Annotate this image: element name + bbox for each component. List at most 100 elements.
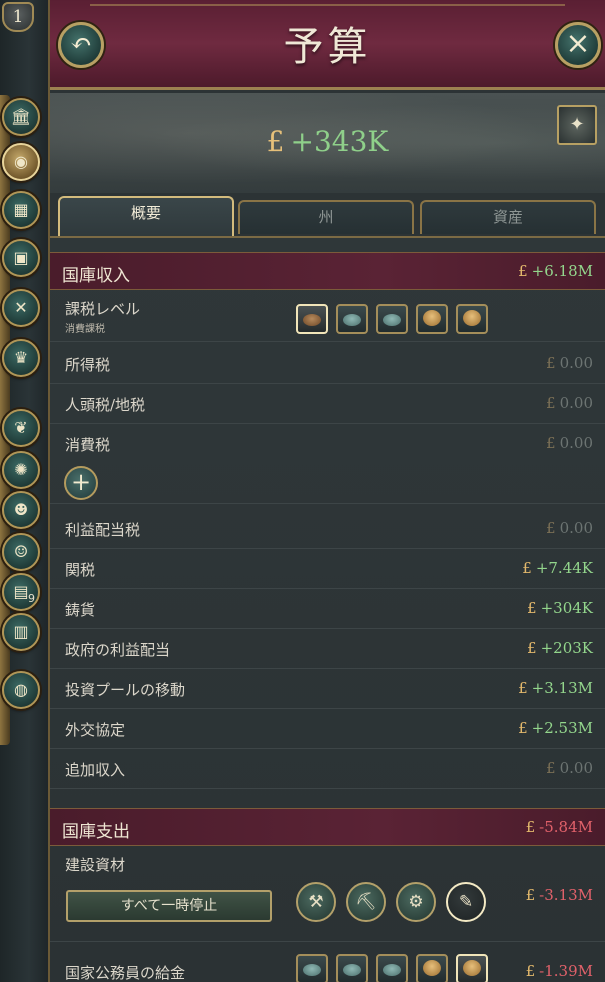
income-row-value: +304K <box>540 599 593 617</box>
sidebar-button-budget[interactable]: ◉ <box>2 143 40 181</box>
title-bar: ↶ 予算 × <box>50 0 605 90</box>
weekly-balance: £ +343K <box>50 125 605 158</box>
salary-level-high[interactable] <box>416 954 448 982</box>
balance-value: +343K <box>290 125 389 158</box>
tax-level-low[interactable] <box>336 304 368 334</box>
budget-details-button[interactable]: ✦ <box>557 105 597 145</box>
lightbulb-icon: ✺ <box>14 460 28 479</box>
hammer-icon: ⚒ <box>308 892 324 912</box>
income-row-amount: £ +2.53M <box>518 719 593 737</box>
expenses-header: 国庫支出 £ -5.84M <box>50 808 605 846</box>
income-row-value: 0.00 <box>559 434 593 452</box>
sidebar-button-industry[interactable]: ▦ <box>2 191 40 229</box>
tools-icon: ⚙ <box>408 892 424 912</box>
sidebar-button-map[interactable]: ◍ <box>2 671 40 709</box>
pound-icon: £ <box>518 719 528 737</box>
income-row-value: 0.00 <box>559 394 593 412</box>
construction-amount: £ -3.13M <box>526 886 593 904</box>
tab-bar: 概要 州 資産 <box>58 196 605 236</box>
tax-level-label: 課税レベル <box>65 300 141 318</box>
tax-level-medium[interactable] <box>376 304 408 334</box>
construction-level-3[interactable]: ⚙ <box>396 882 436 922</box>
construction-level-1[interactable]: ⚒ <box>296 882 336 922</box>
sidebar-button-market[interactable]: ▣ <box>2 239 40 277</box>
sidebar-button-diplomacy[interactable]: ♛ <box>2 339 40 377</box>
tab-states[interactable]: 州 <box>238 200 414 234</box>
add-tax-button[interactable]: + <box>64 466 98 500</box>
trowel-icon: ⛏ <box>355 892 377 912</box>
construction-level-4[interactable]: ✎ <box>446 882 486 922</box>
coin-stack-icon <box>383 964 401 976</box>
income-row[interactable]: 所得税 £0.00 <box>50 344 605 384</box>
scroll-icon: ✦ <box>569 114 585 135</box>
tab-overview[interactable]: 概要 <box>58 196 234 236</box>
income-row[interactable]: 鋳貨 £ +304K <box>50 589 605 629</box>
income-row[interactable]: 人頭税/地税 £0.00 <box>50 384 605 424</box>
sidebar-button-politics[interactable]: 🏛 <box>2 98 40 136</box>
tab-assets[interactable]: 資産 <box>420 200 596 234</box>
coat-of-arms-icon: ♛ <box>13 348 29 367</box>
income-row[interactable]: 政府の利益配当 £ +203K <box>50 629 605 669</box>
sidebar-button-culture[interactable]: ☻ <box>2 491 40 529</box>
pound-icon: £ <box>546 519 556 537</box>
income-title: 国庫収入 <box>62 266 130 286</box>
construction-level-2[interactable]: ⛏ <box>346 882 386 922</box>
coin-stack-icon <box>303 314 321 326</box>
salaries-label: 国家公務員の給金 <box>65 964 186 982</box>
sidebar-button-briefcase[interactable]: ▥ <box>2 613 40 651</box>
tax-level-sublabel: 消費課税 <box>65 324 105 335</box>
tax-level-high[interactable] <box>416 304 448 334</box>
sidebar-button-military[interactable]: ✕ <box>2 289 40 327</box>
income-row[interactable]: 追加収入 £0.00 <box>50 749 605 789</box>
tax-level-very-low[interactable] <box>296 304 328 334</box>
salary-level-very-high[interactable] <box>456 954 488 982</box>
income-total: £ +6.18M <box>518 262 593 280</box>
income-row[interactable]: 関税 £ +7.44K <box>50 549 605 589</box>
balance-banner: £ +343K ✦ <box>50 93 605 193</box>
pound-icon: £ <box>527 599 537 617</box>
income-row[interactable]: 外交協定 £ +2.53M <box>50 709 605 749</box>
pound-icon: £ <box>522 559 532 577</box>
income-row-value: +3.13M <box>531 679 593 697</box>
income-row-label: 外交協定 <box>65 721 126 739</box>
pound-icon: £ <box>266 125 285 158</box>
income-row-amount: £ +304K <box>527 599 593 617</box>
income-row[interactable]: 利益配当税 £0.00 <box>50 509 605 549</box>
page-title: 予算 <box>283 24 372 70</box>
income-row-amount: £0.00 <box>546 434 593 452</box>
salary-level-low[interactable] <box>336 954 368 982</box>
salary-level-very-low[interactable] <box>296 954 328 982</box>
pause-all-button[interactable]: すべて一時停止 <box>66 890 272 922</box>
income-row[interactable]: 投資プールの移動 £ +3.13M <box>50 669 605 709</box>
income-row-label: 人頭税/地税 <box>65 396 146 414</box>
income-header: 国庫収入 £ +6.18M <box>50 252 605 290</box>
salary-level-medium[interactable] <box>376 954 408 982</box>
income-row-amount: £0.00 <box>546 394 593 412</box>
income-row-amount: £0.00 <box>546 519 593 537</box>
coin-stack-icon <box>343 314 361 326</box>
sidebar-button-tech[interactable]: ✺ <box>2 451 40 489</box>
income-row-label: 鋳貨 <box>65 601 96 619</box>
close-icon: × <box>565 26 591 61</box>
income-row-label: 投資プールの移動 <box>65 681 186 699</box>
globe-icon: ◍ <box>14 680 28 699</box>
pound-icon: £ <box>518 262 528 280</box>
income-row-label: 政府の利益配当 <box>65 641 171 659</box>
income-row-value: 0.00 <box>559 519 593 537</box>
income-row-value: +203K <box>540 639 593 657</box>
pound-icon: £ <box>546 394 556 412</box>
income-total-value: +6.18M <box>531 262 593 280</box>
factory-icon: ▦ <box>13 200 29 219</box>
income-row-label: 追加収入 <box>65 761 126 779</box>
tax-level-very-high[interactable] <box>456 304 488 334</box>
income-row[interactable]: 消費税 £0.00 <box>50 424 605 504</box>
government-icon: 🏛 <box>10 107 32 126</box>
income-row-label: 所得税 <box>65 356 111 374</box>
pound-icon: £ <box>525 962 536 980</box>
sidebar-button-peace[interactable]: ❦ <box>2 409 40 447</box>
close-button[interactable]: × <box>555 22 601 68</box>
sidebar-button-population[interactable]: ☺ <box>2 533 40 571</box>
coin-stack-icon <box>423 310 441 326</box>
salaries-value: -1.39M <box>539 962 593 980</box>
income-row-label: 関税 <box>65 561 96 579</box>
